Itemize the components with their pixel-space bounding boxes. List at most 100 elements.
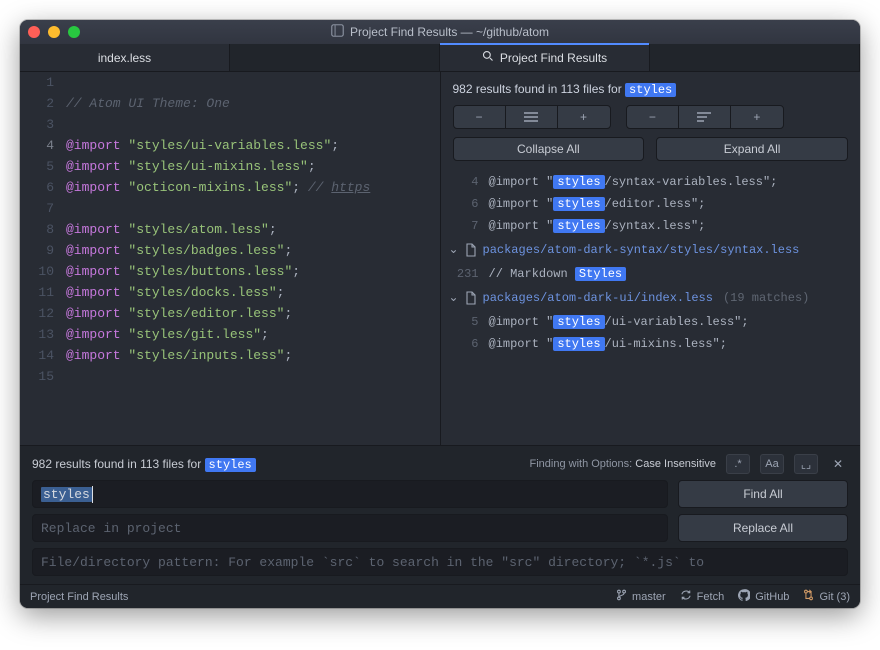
code-content: @import "styles/buttons.less";: [66, 261, 300, 282]
result-match[interactable]: 5@import "styles/ui-variables.less";: [441, 311, 861, 333]
file-icon: [465, 291, 477, 305]
window-close-button[interactable]: [28, 26, 40, 38]
replace-input[interactable]: Replace in project: [32, 514, 668, 542]
context-lines-group-b: − +: [626, 105, 784, 129]
results-summary-text: 982 results found in 113 files for: [453, 82, 626, 96]
path-text: packages/atom-dark-syntax/styles/syntax.…: [483, 239, 800, 261]
window-zoom-button[interactable]: [68, 26, 80, 38]
code-content: @import "octicon-mixins.less"; // https: [66, 177, 370, 198]
editor-line[interactable]: 12@import "styles/editor.less";: [20, 303, 440, 324]
search-icon: [482, 50, 494, 65]
context-mode-button-2[interactable]: [679, 106, 731, 128]
editor-line[interactable]: 4@import "styles/ui-variables.less";: [20, 135, 440, 156]
editor-line[interactable]: 1: [20, 72, 440, 93]
decrease-context-button[interactable]: −: [454, 106, 506, 128]
result-code: @import "styles/ui-mixins.less";: [489, 333, 727, 355]
line-number: 4: [20, 135, 66, 156]
context-lines-group-a: − +: [453, 105, 611, 129]
git-branch-indicator[interactable]: master: [616, 589, 666, 604]
split-panes: 12// Atom UI Theme: One34@import "styles…: [20, 72, 860, 445]
editor-line[interactable]: 14@import "styles/inputs.less";: [20, 345, 440, 366]
find-all-button[interactable]: Find All: [678, 480, 848, 508]
code-content: // Atom UI Theme: One: [66, 93, 230, 114]
file-icon: [465, 243, 477, 257]
result-match[interactable]: 6@import "styles/ui-mixins.less";: [441, 333, 861, 355]
line-number: 15: [20, 366, 66, 387]
editor-line[interactable]: 9@import "styles/badges.less";: [20, 240, 440, 261]
line-number: 6: [20, 177, 66, 198]
editor-line[interactable]: 5@import "styles/ui-mixins.less";: [20, 156, 440, 177]
result-match[interactable]: 6@import "styles/editor.less";: [441, 193, 861, 215]
replace-all-button[interactable]: Replace All: [678, 514, 848, 542]
tab-empty-right[interactable]: [650, 44, 860, 71]
result-line-number: 4: [449, 171, 489, 193]
context-mode-button[interactable]: [506, 106, 558, 128]
line-number: 7: [20, 198, 66, 219]
line-number: 9: [20, 240, 66, 261]
results-list[interactable]: 4@import "styles/syntax-variables.less";…: [441, 169, 861, 445]
results-summary-term: styles: [625, 83, 676, 97]
result-match[interactable]: 231// Markdown Styles: [441, 263, 861, 285]
results-header: 982 results found in 113 files for style…: [441, 72, 861, 169]
code-content: @import "styles/editor.less";: [66, 303, 292, 324]
editor-line[interactable]: 11@import "styles/docks.less";: [20, 282, 440, 303]
result-match[interactable]: 4@import "styles/syntax-variables.less";: [441, 171, 861, 193]
result-file-path[interactable]: ⌄packages/atom-dark-syntax/styles/syntax…: [441, 237, 861, 263]
git-fetch-button[interactable]: Fetch: [680, 589, 725, 604]
case-toggle[interactable]: Aa: [760, 454, 784, 474]
path-text: packages/atom-dark-ui/index.less: [483, 287, 713, 309]
editor-line[interactable]: 8@import "styles/atom.less";: [20, 219, 440, 240]
search-input[interactable]: styles: [32, 480, 668, 508]
result-code: @import "styles/ui-variables.less";: [489, 311, 749, 333]
tab-empty-left[interactable]: [230, 44, 440, 71]
line-number: 5: [20, 156, 66, 177]
expand-all-button[interactable]: Expand All: [656, 137, 848, 161]
git-diff-icon: [803, 589, 814, 604]
result-code: @import "styles/syntax.less";: [489, 215, 706, 237]
editor-line[interactable]: 7: [20, 198, 440, 219]
increase-context-button[interactable]: +: [558, 106, 610, 128]
line-number: 14: [20, 345, 66, 366]
editor-pane: 12// Atom UI Theme: One34@import "styles…: [20, 72, 440, 445]
result-file-path[interactable]: ⌄packages/atom-dark-ui/index.less(19 mat…: [441, 285, 861, 311]
project-find-panel: 982 results found in 113 files for style…: [20, 445, 860, 584]
result-line-number: 231: [449, 263, 489, 285]
code-content: @import "styles/docks.less";: [66, 282, 284, 303]
increase-context-button-2[interactable]: +: [731, 106, 783, 128]
regex-toggle[interactable]: .*: [726, 454, 750, 474]
editor-line[interactable]: 3: [20, 114, 440, 135]
whole-word-toggle[interactable]: ⌞⌟: [794, 454, 818, 474]
results-pane: 982 results found in 113 files for style…: [441, 72, 861, 445]
editor-line[interactable]: 15: [20, 366, 440, 387]
line-number: 13: [20, 324, 66, 345]
code-content: @import "styles/badges.less";: [66, 240, 292, 261]
find-options-label: Finding with Options: Case Insensitive: [530, 458, 717, 470]
result-code: @import "styles/editor.less";: [489, 193, 706, 215]
line-number: 8: [20, 219, 66, 240]
tab-project-find-results[interactable]: Project Find Results: [440, 44, 650, 71]
line-number: 2: [20, 93, 66, 114]
title-bar: Project Find Results — ~/github/atom: [20, 20, 860, 44]
status-bar: Project Find Results master Fetch GitHub…: [20, 584, 860, 608]
tab-index-less[interactable]: index.less: [20, 44, 230, 71]
result-match[interactable]: 7@import "styles/syntax.less";: [441, 215, 861, 237]
app-window: Project Find Results — ~/github/atom ind…: [20, 20, 860, 608]
window-minimize-button[interactable]: [48, 26, 60, 38]
code-content: @import "styles/ui-mixins.less";: [66, 156, 316, 177]
github-button[interactable]: GitHub: [738, 589, 789, 604]
result-line-number: 6: [449, 193, 489, 215]
editor-line[interactable]: 13@import "styles/git.less";: [20, 324, 440, 345]
result-code: @import "styles/syntax-variables.less";: [489, 171, 778, 193]
text-editor[interactable]: 12// Atom UI Theme: One34@import "styles…: [20, 72, 440, 445]
decrease-context-button-2[interactable]: −: [627, 106, 679, 128]
line-number: 3: [20, 114, 66, 135]
path-filter-input[interactable]: File/directory pattern: For example `src…: [32, 548, 848, 576]
editor-line[interactable]: 10@import "styles/buttons.less";: [20, 261, 440, 282]
git-status-button[interactable]: Git (3): [803, 589, 850, 604]
match-count: (19 matches): [723, 287, 809, 309]
status-left: Project Find Results: [30, 591, 128, 603]
editor-line[interactable]: 2// Atom UI Theme: One: [20, 93, 440, 114]
editor-line[interactable]: 6@import "octicon-mixins.less"; // https: [20, 177, 440, 198]
close-panel-button[interactable]: ✕: [828, 457, 848, 471]
collapse-all-button[interactable]: Collapse All: [453, 137, 645, 161]
